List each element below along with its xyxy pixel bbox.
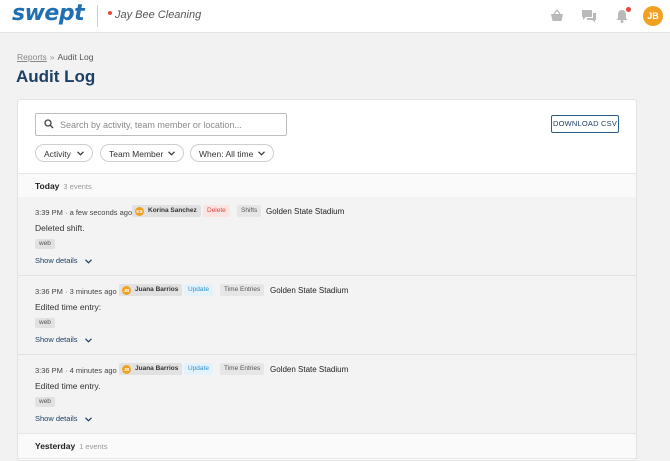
chevron-down-icon	[258, 151, 265, 156]
organization-name[interactable]: Jay Bee Cleaning	[115, 9, 201, 21]
user-avatar[interactable]: JB	[643, 6, 663, 26]
show-details-label: Show details	[35, 256, 78, 265]
group-title: Today	[35, 181, 60, 191]
event-description: Edited time entry.	[35, 381, 101, 391]
source-badge: web	[35, 239, 55, 249]
show-details-link[interactable]: Show details	[35, 414, 92, 423]
page-title: Audit Log	[16, 67, 96, 86]
chevron-down-icon	[77, 151, 84, 156]
chevron-down-icon	[84, 416, 92, 422]
user-name: Juana Barrios	[135, 286, 179, 293]
breadcrumb-reports-link[interactable]: Reports	[17, 52, 47, 62]
user-chip[interactable]: KS Korina Sanchez	[132, 205, 201, 217]
user-avatar-mini: JB	[122, 364, 131, 374]
notification-badge	[626, 7, 631, 12]
event-row: 3:36 PM · 3 minutes ago JB Juana Barrios …	[18, 276, 636, 355]
breadcrumb-separator: »	[49, 52, 55, 62]
user-name: Juana Barrios	[135, 365, 179, 372]
group-header-yesterday: Yesterday 1 events	[18, 433, 636, 459]
action-badge: Update	[184, 363, 213, 375]
source-badge: web	[35, 318, 55, 328]
category-badge: Time Entries	[220, 284, 265, 296]
category-badge: Shifts	[237, 205, 262, 217]
divider	[97, 5, 98, 27]
user-avatar-mini: KS	[135, 206, 144, 216]
event-description: Edited time entry:	[35, 302, 102, 312]
activity-filter[interactable]: Activity	[35, 144, 93, 162]
swept-logo[interactable]: swept	[12, 1, 85, 26]
event-location: Golden State Stadium	[270, 365, 349, 374]
user-chip[interactable]: JB Juana Barrios	[119, 363, 183, 375]
show-details-label: Show details	[35, 335, 78, 344]
event-location: Golden State Stadium	[270, 286, 349, 295]
team-member-filter[interactable]: Team Member	[100, 144, 184, 162]
when-filter-label: When: All time	[199, 149, 254, 159]
source-badge: web	[35, 397, 55, 407]
team-member-filter-label: Team Member	[109, 149, 164, 159]
show-details-link[interactable]: Show details	[35, 256, 92, 265]
category-badge: Time Entries	[220, 363, 265, 375]
action-badge: Update	[184, 284, 213, 296]
chat-icon[interactable]	[581, 8, 597, 24]
search-input[interactable]	[58, 116, 284, 134]
group-title: Yesterday	[35, 441, 76, 451]
org-status-dot	[108, 11, 112, 15]
event-time: 3:36 PM · 4 minutes ago	[35, 366, 117, 375]
chevron-down-icon	[84, 258, 92, 264]
user-chip[interactable]: JB Juana Barrios	[119, 284, 183, 296]
event-time: 3:39 PM · a few seconds ago	[35, 208, 133, 217]
event-time: 3:36 PM · 3 minutes ago	[35, 287, 117, 296]
group-count: 3 events	[63, 182, 92, 191]
group-label: Today 3 events	[35, 181, 92, 191]
chevron-down-icon	[168, 151, 175, 156]
download-csv-button[interactable]: DOWNLOAD CSV	[551, 115, 619, 133]
action-badge: Delete	[203, 205, 230, 217]
top-bar: swept Jay Bee Cleaning JB	[0, 0, 670, 33]
user-avatar-mini: JB	[122, 285, 131, 295]
when-filter[interactable]: When: All time	[190, 144, 274, 162]
breadcrumb: Reports» Audit Log	[17, 52, 93, 62]
event-row: 3:36 PM · 4 minutes ago JB Juana Barrios …	[18, 355, 636, 434]
group-header-today: Today 3 events	[18, 173, 636, 199]
event-row: 3:39 PM · a few seconds ago KS Korina San…	[18, 197, 636, 276]
group-label: Yesterday 1 events	[35, 441, 108, 451]
user-name: Korina Sanchez	[148, 207, 197, 214]
event-location: Golden State Stadium	[266, 207, 345, 216]
search-icon	[44, 119, 54, 129]
search-box[interactable]	[35, 113, 287, 136]
event-description: Deleted shift.	[35, 223, 85, 233]
chevron-down-icon	[84, 337, 92, 343]
breadcrumb-current: Audit Log	[57, 52, 94, 62]
show-details-label: Show details	[35, 414, 78, 423]
group-count: 1 events	[79, 442, 108, 451]
audit-log-card: DOWNLOAD CSV Activity Team Member When: …	[17, 99, 637, 461]
show-details-link[interactable]: Show details	[35, 335, 92, 344]
basket-icon[interactable]	[549, 8, 565, 24]
activity-filter-label: Activity	[44, 149, 71, 159]
